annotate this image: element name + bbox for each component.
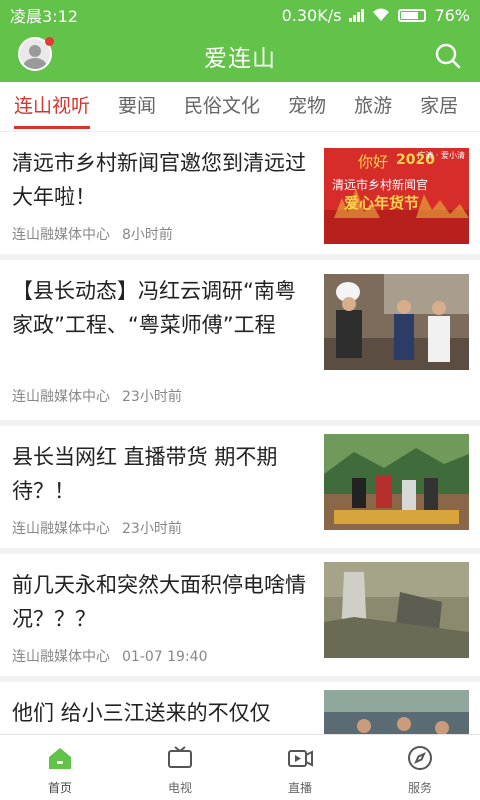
news-time: 23小时前	[122, 521, 182, 537]
category-tabs: 连山视听 要闻 民俗文化 宠物 旅游 家居	[0, 82, 480, 132]
nav-home[interactable]: 首页	[0, 735, 120, 800]
signal-icon	[349, 8, 365, 22]
tab-travel[interactable]: 旅游	[340, 82, 406, 131]
live-video-icon	[288, 750, 313, 767]
nav-service-label: 服务	[407, 781, 432, 795]
wifi-icon	[373, 8, 390, 21]
bottom-navigation: 首页 电视 直播 服务	[0, 734, 480, 800]
poster-line2: 爱心年货节	[344, 194, 420, 212]
status-bar: 凌晨3:12 0.30K/s 76%	[0, 0, 480, 30]
news-thumbnail	[324, 562, 469, 658]
net-speed: 0.30K/s	[281, 5, 342, 25]
tab-pets[interactable]: 宠物	[274, 82, 340, 131]
livestream-photo	[324, 434, 469, 530]
status-time: 凌晨3:12	[10, 7, 78, 26]
battery-level: 76%	[434, 5, 470, 25]
news-thumbnail	[324, 434, 469, 530]
tab-lianshan-av[interactable]: 连山视听	[0, 82, 104, 131]
tab-folk-culture[interactable]: 民俗文化	[170, 82, 274, 131]
list-item[interactable]: 【县长动态】冯红云调研“南粤家政”工程、“粤菜师傅”工程 连山融媒体中心 23小时…	[0, 260, 480, 420]
nav-live-label: 直播	[287, 781, 312, 795]
news-source: 连山融媒体中心	[12, 389, 110, 405]
news-list: 清远市乡村新闻官邀您到清远过大年啦！ 连山融媒体中心 8小时前 你好 2020 清…	[0, 132, 480, 734]
nav-home-label: 首页	[47, 781, 72, 795]
notification-dot	[45, 37, 54, 46]
news-source: 连山融媒体中心	[12, 649, 110, 665]
search-icon[interactable]	[434, 42, 462, 70]
tv-icon	[168, 746, 192, 768]
news-title: 【县长动态】冯红云调研“南粤家政”工程、“粤菜师傅”工程	[12, 279, 296, 337]
power-outage-photo	[324, 562, 469, 658]
news-title: 县长当网红 直播带货 期不期待？！	[12, 445, 278, 503]
news-time: 8小时前	[122, 227, 173, 243]
list-item[interactable]: 清远市乡村新闻官邀您到清远过大年啦！ 连山融媒体中心 8小时前 你好 2020 清…	[0, 132, 480, 254]
news-title: 他们 给小三江送来的不仅仅	[12, 701, 271, 725]
news-time: 23小时前	[122, 389, 182, 405]
xiaosanjiang-photo	[324, 690, 469, 734]
nav-service[interactable]: 服务	[360, 735, 480, 800]
nav-tv-label: 电视	[167, 781, 192, 795]
news-thumbnail	[324, 690, 469, 734]
kitchen-visit-photo	[324, 274, 469, 370]
app-root: 凌晨3:12 0.30K/s 76% 爱连山 连山视听 要闻 民俗文化 宠物 旅…	[0, 0, 480, 800]
nav-live[interactable]: 直播	[240, 735, 360, 800]
list-item[interactable]: 前几天永和突然大面积停电啥情况？？？ 连山融媒体中心 01-07 19:40	[0, 554, 480, 676]
news-title: 清远市乡村新闻官邀您到清远过大年啦！	[12, 151, 306, 209]
news-thumbnail: 你好 2020 清远市乡村新闻官 爱心年货节 广清 · 爱小清	[324, 148, 469, 244]
home-icon	[49, 748, 71, 769]
news-source: 连山融媒体中心	[12, 521, 110, 537]
nav-tv[interactable]: 电视	[120, 735, 240, 800]
news-time: 01-07 19:40	[122, 649, 208, 665]
tab-home[interactable]: 家居	[406, 82, 472, 131]
tab-news[interactable]: 要闻	[104, 82, 170, 131]
news-thumbnail	[324, 274, 469, 370]
page-title: 爱连山	[204, 46, 276, 72]
poster-brand: 广清 · 爱小清	[417, 151, 465, 160]
battery-icon	[398, 8, 427, 22]
news-title: 前几天永和突然大面积停电啥情况？？？	[12, 573, 306, 631]
list-item[interactable]: 县长当网红 直播带货 期不期待？！ 连山融媒体中心 23小时前	[0, 426, 480, 548]
news-source: 连山融媒体中心	[12, 227, 110, 243]
compass-icon	[408, 746, 432, 770]
poster-line1: 清远市乡村新闻官	[332, 178, 429, 192]
app-header: 爱连山	[0, 30, 480, 82]
list-item[interactable]: 他们 给小三江送来的不仅仅	[0, 682, 480, 734]
poster-greeting: 你好	[358, 153, 389, 171]
